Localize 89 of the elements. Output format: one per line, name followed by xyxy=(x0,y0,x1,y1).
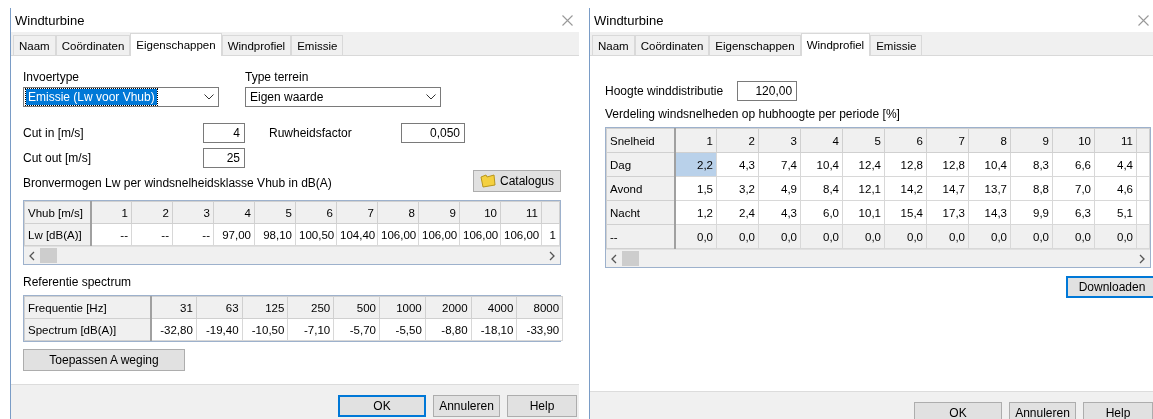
field-label: Invoertype xyxy=(23,70,81,84)
column-header: 4 xyxy=(800,128,843,153)
row-header: Nacht xyxy=(606,200,675,225)
section-label: Bronvermogen Lw per windsnelheidsklasse Vhub in dB(A) xyxy=(23,176,332,190)
row-header: Dag xyxy=(606,152,675,177)
tab[interactable]: Eigenschappen xyxy=(709,35,801,55)
column-header: 8 xyxy=(377,201,419,224)
dropdown[interactable]: Emissie (Lw voor Vhub) xyxy=(23,87,219,107)
row-header: Vhub [m/s] xyxy=(24,201,91,224)
window-title: Windturbine xyxy=(594,12,664,28)
column-header: 1000 xyxy=(379,296,426,319)
row-header: Lw [dB(A)] xyxy=(24,223,91,246)
input-field[interactable]: 4 xyxy=(203,123,245,143)
column-header: 4000 xyxy=(471,296,517,319)
column-header: 31 xyxy=(150,296,197,319)
column-header: 7 xyxy=(336,201,378,224)
tab[interactable]: Eigenschappen xyxy=(130,33,222,56)
row-header: -- xyxy=(606,224,675,249)
column-header: 8 xyxy=(968,128,1011,153)
field-label: Hoogte winddistributie xyxy=(605,84,724,98)
window-title: Windturbine xyxy=(15,12,85,28)
input-field[interactable]: 120,00 xyxy=(737,81,798,101)
column-header: 2 xyxy=(131,201,173,224)
column-header: 3 xyxy=(172,201,214,224)
column-header: 11 xyxy=(500,201,542,224)
column-header: 10 xyxy=(1052,128,1095,153)
column-header: 250 xyxy=(287,296,334,319)
column-header: 5 xyxy=(254,201,296,224)
column-header: 3 xyxy=(758,128,801,153)
column-header: 2000 xyxy=(425,296,472,319)
field-label: Cut in [m/s] xyxy=(23,126,84,140)
dropdown[interactable]: Eigen waarde xyxy=(245,87,441,107)
column-header: 63 xyxy=(196,296,243,319)
folder-icon xyxy=(479,174,496,188)
column-header: 8000 xyxy=(516,296,563,319)
scroll-left-icon[interactable] xyxy=(28,250,36,261)
row-header: Spectrum [dB(A)] xyxy=(24,318,151,341)
column-header: 7 xyxy=(926,128,969,153)
horizontal-scrollbar[interactable] xyxy=(24,246,560,264)
field-label: Cut out [m/s] xyxy=(23,151,92,165)
dialog-button[interactable]: Help xyxy=(1083,402,1153,419)
row-header: Snelheid xyxy=(606,128,675,153)
horizontal-scrollbar[interactable] xyxy=(606,249,1150,267)
scroll-right-icon[interactable] xyxy=(548,250,556,261)
dialog-button[interactable]: OK xyxy=(914,402,1002,419)
close-icon[interactable] xyxy=(562,14,573,26)
downloaden-button[interactable]: Downloaden xyxy=(1066,276,1153,298)
column-header: 4 xyxy=(213,201,255,224)
catalogus-button[interactable]: Catalogus xyxy=(473,170,561,192)
tab[interactable]: Coördinaten xyxy=(55,35,131,55)
tab[interactable]: Coördinaten xyxy=(634,35,710,55)
column-header: 6 xyxy=(884,128,927,153)
tab[interactable]: Windprofiel xyxy=(800,33,871,56)
toepassen-button[interactable]: Toepassen A weging xyxy=(23,349,185,371)
scroll-thumb[interactable] xyxy=(40,248,57,263)
tab[interactable]: Emissie xyxy=(291,35,344,55)
column-header: 125 xyxy=(242,296,288,319)
caret-icon xyxy=(426,94,436,100)
scroll-right-icon[interactable] xyxy=(1138,253,1146,264)
tab[interactable]: Naam xyxy=(13,35,56,55)
column-header: 10 xyxy=(459,201,501,224)
tab[interactable]: Emissie xyxy=(870,35,923,55)
dialog-button[interactable]: OK xyxy=(338,395,426,417)
dialog-button[interactable]: Annuleren xyxy=(1009,402,1076,419)
input-field[interactable]: 25 xyxy=(203,148,245,168)
dialog-button[interactable]: Help xyxy=(507,395,577,417)
section-label: Referentie spectrum xyxy=(23,275,133,289)
scroll-thumb[interactable] xyxy=(622,251,639,266)
close-icon[interactable] xyxy=(1138,14,1149,26)
column-header: 5 xyxy=(842,128,885,153)
column-header: 6 xyxy=(295,201,337,224)
field-label: Type terrein xyxy=(245,70,310,84)
tab[interactable]: Windprofiel xyxy=(221,35,292,55)
caret-icon xyxy=(204,94,214,100)
column-header: 9 xyxy=(1010,128,1053,153)
column-header: 11 xyxy=(1094,128,1137,153)
row-header: Frequentie [Hz] xyxy=(24,296,151,319)
tab[interactable]: Naam xyxy=(592,35,635,55)
column-header: 9 xyxy=(418,201,460,224)
column-header: 2 xyxy=(716,128,759,153)
column-header: 1 xyxy=(674,128,717,153)
row-header: Avond xyxy=(606,176,675,201)
column-header: 500 xyxy=(333,296,380,319)
scroll-left-icon[interactable] xyxy=(610,253,618,264)
dialog-button[interactable]: Annuleren xyxy=(433,395,500,417)
column-header: 1 xyxy=(90,201,132,224)
section-label: Verdeling windsnelheden op hubhoogte per periode [%] xyxy=(605,107,901,121)
field-label: Ruwheidsfactor xyxy=(269,126,352,140)
input-field[interactable]: 0,050 xyxy=(401,123,465,143)
